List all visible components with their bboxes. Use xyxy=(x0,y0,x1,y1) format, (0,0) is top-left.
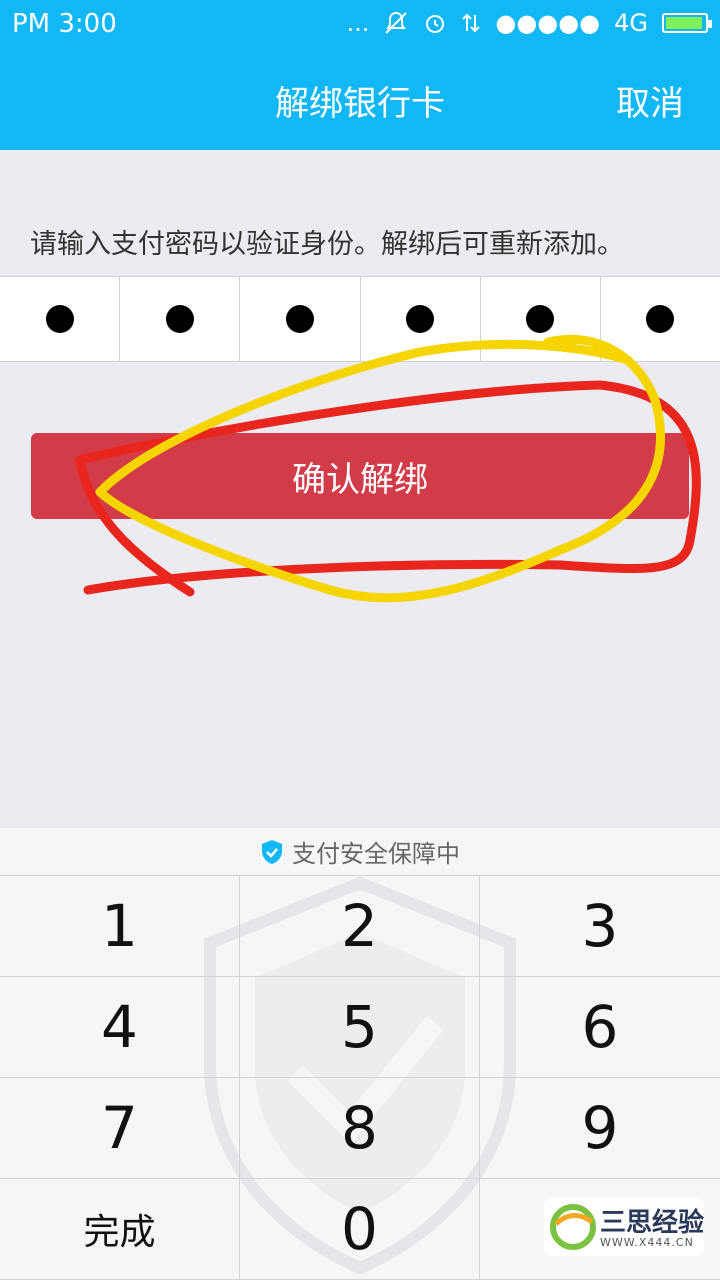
password-digit-2 xyxy=(120,277,241,361)
page-title: 解绑银行卡 xyxy=(275,84,445,124)
logo-name: 三思经验 xyxy=(600,1208,705,1238)
cancel-button[interactable]: 取消 xyxy=(616,76,684,125)
shield-check-icon xyxy=(262,839,282,864)
filled-dot xyxy=(526,305,555,333)
key-9[interactable]: 9 xyxy=(480,1078,720,1179)
more-dots: ... xyxy=(346,9,370,37)
key-2[interactable]: 2 xyxy=(240,876,480,977)
mute-icon xyxy=(385,11,408,34)
battery-level xyxy=(666,17,702,29)
status-bar: PM 3:00 ... ●●●●● 4G xyxy=(0,0,720,50)
password-digit-4 xyxy=(361,277,481,361)
key-1[interactable]: 1 xyxy=(0,876,240,977)
confirm-unbind-button[interactable]: 确认解绑 xyxy=(31,433,689,519)
done-key[interactable]: 完成 xyxy=(0,1179,240,1280)
filled-dot xyxy=(165,305,194,333)
key-3[interactable]: 3 xyxy=(480,876,720,977)
password-digit-6 xyxy=(601,277,720,361)
instruction-text: 请输入支付密码以验证身份。解绑后可重新添加。 xyxy=(30,229,624,260)
key-6[interactable]: 6 xyxy=(480,977,720,1078)
filled-dot xyxy=(45,305,74,333)
key-8[interactable]: 8 xyxy=(240,1078,480,1179)
filled-dot xyxy=(406,305,435,333)
logo-url: WWW.X444.CN xyxy=(600,1236,694,1249)
password-input[interactable] xyxy=(0,276,720,362)
status-time: PM 3:00 xyxy=(12,9,117,39)
password-digit-1 xyxy=(0,277,121,361)
security-banner: 支付安全保障中 xyxy=(0,828,720,876)
filled-dot xyxy=(646,305,675,333)
key-7[interactable]: 7 xyxy=(0,1078,240,1179)
site-logo: 三思经验 WWW.X444.CN xyxy=(544,1198,704,1256)
signal-strength: ●●●●● xyxy=(495,9,601,37)
password-digit-5 xyxy=(481,277,601,361)
password-digit-3 xyxy=(240,277,361,361)
logo-swirl-icon xyxy=(550,1204,596,1250)
battery-icon xyxy=(662,13,712,33)
data-transfer-icon xyxy=(462,13,481,33)
filled-dot xyxy=(285,305,314,333)
key-0[interactable]: 0 xyxy=(240,1179,480,1280)
key-4[interactable]: 4 xyxy=(0,977,240,1078)
key-5[interactable]: 5 xyxy=(240,977,480,1078)
network-type: 4G xyxy=(614,9,648,37)
alarm-icon xyxy=(426,15,445,33)
security-text: 支付安全保障中 xyxy=(292,840,460,868)
status-icons: ... ●●●●● 4G xyxy=(346,9,712,37)
top-bar: PM 3:00 ... ●●●●● 4G 解绑银行卡 取消 xyxy=(0,0,720,150)
nav-bar: 解绑银行卡 取消 xyxy=(0,60,720,140)
